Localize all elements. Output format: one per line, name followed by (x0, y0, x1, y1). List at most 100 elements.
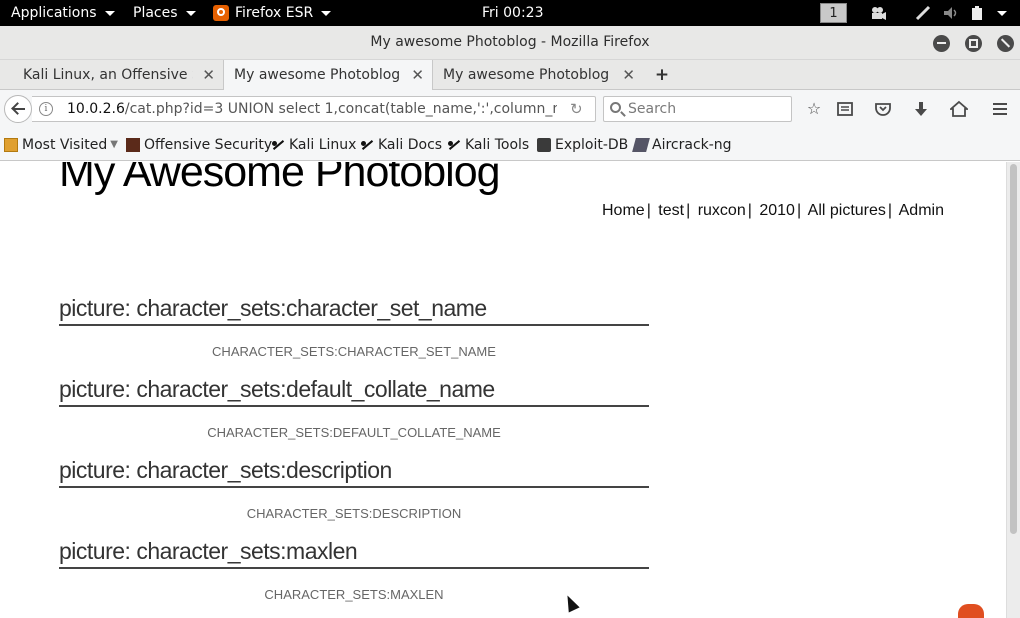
url-text[interactable]: 10.0.2.6/cat.php?id=3 UNION select 1,con… (67, 101, 557, 117)
video-camera-icon[interactable] (870, 5, 886, 21)
nav-link-2010[interactable]: 2010 (759, 202, 795, 219)
bookmark-kali-tools[interactable]: Kali Tools (447, 135, 529, 155)
applications-label: Applications (11, 5, 97, 21)
close-tab-icon[interactable]: ✕ (411, 60, 424, 90)
bookmark-label: Offensive Security (144, 137, 273, 153)
download-icon[interactable] (912, 100, 930, 118)
nav-separator: | (887, 202, 893, 219)
kali-icon (447, 138, 461, 152)
bookmarks-toolbar: Most Visited ▼ Offensive Security Kali L… (0, 128, 1020, 161)
window-title-bar[interactable]: My awesome Photoblog - Mozilla Firefox (0, 26, 1020, 60)
app-name-label: Firefox ESR (235, 5, 314, 21)
picture-title-link[interactable]: picture: character_sets:description (59, 457, 649, 488)
picture-post: picture: character_sets:character_set_na… (59, 295, 649, 359)
minimize-button[interactable] (933, 35, 950, 52)
page-scrollbar[interactable] (1006, 162, 1020, 618)
pen-icon[interactable] (915, 5, 931, 21)
nav-separator: | (646, 202, 651, 219)
system-menu-chevron-icon[interactable] (997, 11, 1007, 16)
folder-icon (4, 138, 18, 152)
bookmark-kali-docs[interactable]: Kali Docs (360, 135, 442, 155)
picture-post: picture: character_sets:default_collate_… (59, 376, 649, 440)
url-path: /cat.php?id=3 UNION select 1,concat(tabl… (124, 101, 557, 117)
back-button[interactable] (4, 95, 32, 123)
bookmark-exploit-db[interactable]: Exploit-DB (537, 135, 628, 155)
home-icon[interactable] (950, 100, 968, 118)
offsec-icon (126, 138, 140, 152)
url-bar[interactable]: i 10.0.2.6/cat.php?id=3 UNION select 1,c… (32, 96, 596, 122)
picture-caption: CHARACTER_SETS:DESCRIPTION (246, 506, 462, 521)
pocket-icon[interactable] (874, 100, 892, 118)
nav-separator: | (686, 202, 691, 219)
chevron-down-icon (185, 10, 196, 16)
navigation-toolbar: i 10.0.2.6/cat.php?id=3 UNION select 1,c… (0, 90, 1020, 128)
tab-kali-linux[interactable]: Kali Linux, an Offensive S... ✕ (13, 60, 223, 90)
places-menu[interactable]: Places (133, 0, 196, 26)
aircrack-icon (632, 138, 650, 152)
bookmark-most-visited[interactable]: Most Visited ▼ (4, 135, 118, 155)
clock-label: Fri 00:23 (482, 5, 544, 21)
search-input[interactable]: Search (603, 96, 792, 122)
nav-link-admin[interactable]: Admin (899, 202, 944, 219)
bookmark-label: Kali Docs (378, 137, 443, 153)
hamburger-menu-icon[interactable] (991, 100, 1009, 118)
search-placeholder: Search (628, 101, 677, 117)
picture-caption: CHARACTER_SETS:DEFAULT_COLLATE_NAME (207, 425, 501, 440)
tab-strip: Kali Linux, an Offensive S... ✕ My aweso… (0, 60, 1020, 91)
search-icon (610, 102, 621, 113)
chevron-down-icon (104, 10, 115, 16)
chevron-down-icon: ▼ (110, 139, 118, 150)
url-host: 10.0.2.6 (67, 101, 125, 117)
nav-link-ruxcon[interactable]: ruxcon (698, 202, 746, 219)
close-window-button[interactable] (997, 35, 1014, 52)
reading-list-icon[interactable] (836, 100, 854, 118)
close-tab-icon[interactable]: ✕ (622, 60, 635, 90)
html5-icon (958, 604, 984, 618)
applications-menu[interactable]: Applications (11, 0, 115, 26)
tab-photoblog-active[interactable]: My awesome Photoblog ✕ (223, 60, 433, 91)
scrollbar-thumb[interactable] (1010, 164, 1017, 534)
battery-icon[interactable] (970, 5, 986, 21)
nav-separator: | (796, 202, 802, 219)
page-content: My Awesome Photoblog Home | test | ruxcon |… (0, 162, 1006, 618)
picture-post: picture: character_sets:description CHAR… (59, 457, 649, 521)
tab-label: My awesome Photoblog (443, 67, 610, 83)
bookmark-label: Kali Linux (289, 137, 357, 153)
kali-icon (360, 138, 374, 152)
maximize-button[interactable] (965, 35, 982, 52)
picture-title-link[interactable]: picture: character_sets:maxlen (59, 538, 649, 569)
workspace-indicator[interactable]: 1 (820, 3, 847, 23)
bookmark-star-icon[interactable]: ☆ (805, 100, 823, 118)
nav-link-all-pictures[interactable]: All pictures (808, 202, 886, 219)
tab-photoblog[interactable]: My awesome Photoblog ✕ (433, 60, 643, 90)
exploitdb-icon (537, 138, 551, 152)
volume-icon[interactable] (943, 5, 959, 21)
nav-link-home[interactable]: Home (602, 202, 645, 219)
tab-label: My awesome Photoblog (234, 67, 401, 83)
app-menu[interactable]: Firefox ESR (213, 0, 332, 26)
bookmark-aircrack-ng[interactable]: Aircrack-ng (632, 135, 732, 155)
bookmark-label: Most Visited (22, 137, 108, 153)
site-info-icon[interactable]: i (39, 102, 53, 116)
chevron-down-icon (321, 10, 332, 16)
firefox-icon (213, 5, 229, 21)
clock[interactable]: Fri 00:23 (482, 0, 543, 26)
picture-post: picture: character_sets:maxlen CHARACTER… (59, 538, 649, 602)
bookmark-label: Aircrack-ng (652, 137, 732, 153)
close-tab-icon[interactable]: ✕ (202, 60, 215, 90)
picture-title-link[interactable]: picture: character_sets:character_set_na… (59, 295, 649, 326)
window-title: My awesome Photoblog - Mozilla Firefox (370, 34, 650, 50)
reload-icon[interactable]: ↻ (570, 100, 583, 118)
system-top-bar: Applications Places Firefox ESR Fri 00:2… (0, 0, 1020, 26)
nav-link-test[interactable]: test (658, 202, 684, 219)
bookmark-label: Kali Tools (465, 137, 530, 153)
kali-icon (271, 138, 285, 152)
tab-label: Kali Linux, an Offensive S... (23, 67, 193, 83)
site-navigation: Home | test | ruxcon | 2010 | All pictures | … (602, 202, 944, 220)
site-title: My Awesome Photoblog (59, 162, 501, 196)
picture-title-link[interactable]: picture: character_sets:default_collate_… (59, 376, 649, 407)
bookmark-kali-linux[interactable]: Kali Linux (271, 135, 356, 155)
bookmark-label: Exploit-DB (555, 137, 629, 153)
bookmark-offensive-security[interactable]: Offensive Security (126, 135, 272, 155)
new-tab-button[interactable]: + (652, 60, 672, 90)
